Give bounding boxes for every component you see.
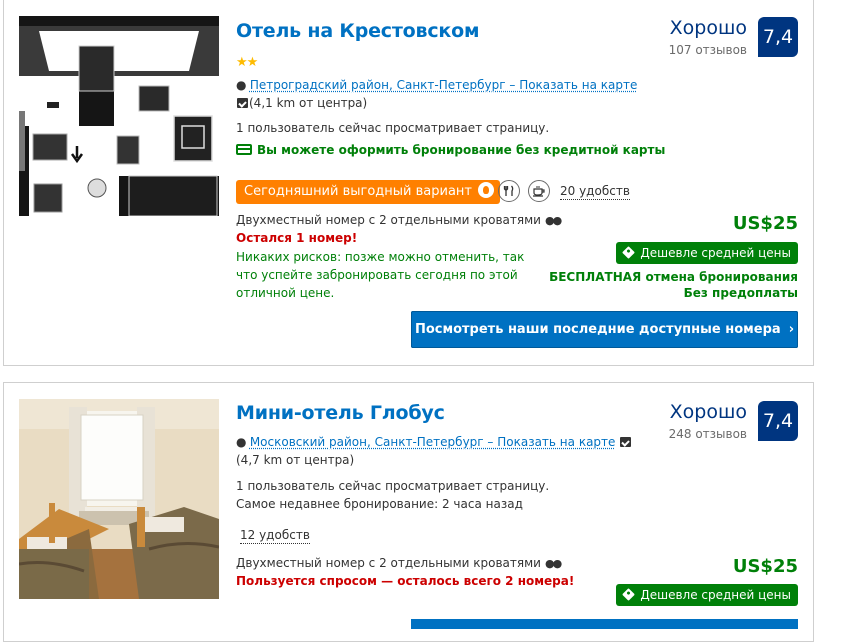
hotel-card: Отель на Крестовском ★★ ● Петроградский … bbox=[3, 0, 814, 366]
hotel-card: Мини-отель Глобус ● Московский район, Са… bbox=[3, 382, 814, 642]
hotel-address: ● Петроградский район, Санкт-Петербург –… bbox=[236, 76, 646, 112]
no-credit-card-text: Вы можете оформить бронирование без кред… bbox=[257, 143, 666, 157]
price: US$25 bbox=[732, 213, 798, 234]
review-score-badge[interactable]: 7,4 bbox=[758, 401, 798, 441]
price: US$25 bbox=[732, 556, 798, 577]
facilities-link[interactable]: 20 удобств bbox=[560, 184, 630, 200]
cup-glyph bbox=[533, 186, 545, 197]
see-available-rooms-button[interactable]: Посмотреть наши последние доступные номе… bbox=[411, 311, 798, 348]
breakfast-icon[interactable] bbox=[528, 180, 550, 202]
review-score-badge[interactable]: 7,4 bbox=[758, 17, 798, 57]
room-type: Двухместный номер с 2 отдельными кроватя… bbox=[236, 556, 562, 570]
free-cancellation-line: БЕСПЛАТНАЯ отмена бронирования bbox=[549, 269, 798, 285]
no-risk-text: Никаких рисков: позже можно отменить, та… bbox=[236, 250, 525, 300]
viewing-now-text: 1 пользователь сейчас просматривает стра… bbox=[236, 479, 550, 493]
cheaper-label: Дешевле средней цены bbox=[640, 246, 791, 260]
two-persons-icon: ●● bbox=[544, 214, 562, 227]
free-cancellation-bold: БЕСПЛАТНАЯ bbox=[549, 270, 642, 284]
hotel-address: ● Московский район, Санкт-Петербург – По… bbox=[236, 433, 646, 469]
review-count[interactable]: 248 отзывов bbox=[669, 427, 747, 441]
price-tag-icon bbox=[622, 246, 636, 259]
show-on-map-link[interactable]: Московский район, Санкт-Петербург – Пока… bbox=[250, 435, 616, 449]
map-check-icon bbox=[237, 98, 248, 108]
cheaper-than-average-badge: Дешевле средней цены bbox=[616, 242, 798, 264]
rooms-left-warning: Остался 1 номер! bbox=[236, 231, 358, 245]
hotel-photo-floorplan[interactable] bbox=[19, 16, 219, 216]
high-demand-warning: Пользуется спросом — осталось всего 2 но… bbox=[236, 574, 575, 588]
facilities-link[interactable]: 12 удобств bbox=[240, 528, 310, 544]
hotel-photo-room[interactable] bbox=[19, 399, 219, 599]
room-photo-image bbox=[19, 399, 219, 599]
hotel-name-link[interactable]: Мини-отель Глобус bbox=[236, 402, 445, 424]
cheaper-label: Дешевле средней цены bbox=[640, 588, 791, 602]
see-available-rooms-label: Посмотреть наши последние доступные номе… bbox=[414, 322, 781, 337]
room-type: Двухместный номер с 2 отдельными кроватя… bbox=[236, 213, 562, 227]
room-type-text: Двухместный номер с 2 отдельными кроватя… bbox=[236, 556, 541, 570]
floorplan-image bbox=[19, 16, 219, 216]
no-prepayment: Без предоплаты bbox=[683, 286, 798, 300]
star-rating: ★★ bbox=[236, 55, 258, 70]
chevron-right-icon: › bbox=[788, 322, 795, 337]
restaurant-icon[interactable] bbox=[498, 180, 520, 202]
free-cancellation: БЕСПЛАТНАЯ отмена бронирования Без предо… bbox=[549, 269, 798, 301]
flame-icon bbox=[478, 182, 495, 198]
todays-deal-label: Сегодняшний выгодный вариант bbox=[244, 184, 473, 199]
viewing-now-text: 1 пользователь сейчас просматривает стра… bbox=[236, 121, 550, 135]
review-count[interactable]: 107 отзывов bbox=[669, 43, 747, 57]
fork-knife-glyph bbox=[503, 185, 514, 196]
distance-text: (4,1 km от центра) bbox=[249, 96, 368, 110]
price-tag-icon bbox=[622, 588, 636, 601]
free-cancellation-rest: отмена бронирования bbox=[641, 270, 798, 284]
show-on-map-link[interactable]: Петроградский район, Санкт-Петербург – П… bbox=[250, 78, 638, 92]
map-check-icon bbox=[620, 437, 632, 447]
map-pin-icon: ● bbox=[236, 435, 247, 449]
distance-text: (4,7 km от центра) bbox=[236, 453, 355, 467]
two-persons-icon: ●● bbox=[544, 557, 562, 570]
credit-card-icon bbox=[236, 144, 252, 155]
map-pin-icon: ● bbox=[236, 78, 247, 92]
recent-booking-text: Самое недавнее бронирование: 2 часа наза… bbox=[236, 497, 523, 511]
hotel-name-link[interactable]: Отель на Крестовском bbox=[236, 20, 479, 42]
review-score-word[interactable]: Хорошо bbox=[670, 17, 747, 39]
todays-deal-badge: Сегодняшний выгодный вариант bbox=[236, 180, 501, 204]
room-type-text: Двухместный номер с 2 отдельными кроватя… bbox=[236, 213, 541, 227]
cheaper-than-average-badge: Дешевле средней цены bbox=[616, 584, 798, 606]
no-credit-card-notice: Вы можете оформить бронирование без кред… bbox=[236, 143, 665, 157]
review-score-word[interactable]: Хорошо bbox=[670, 401, 747, 423]
